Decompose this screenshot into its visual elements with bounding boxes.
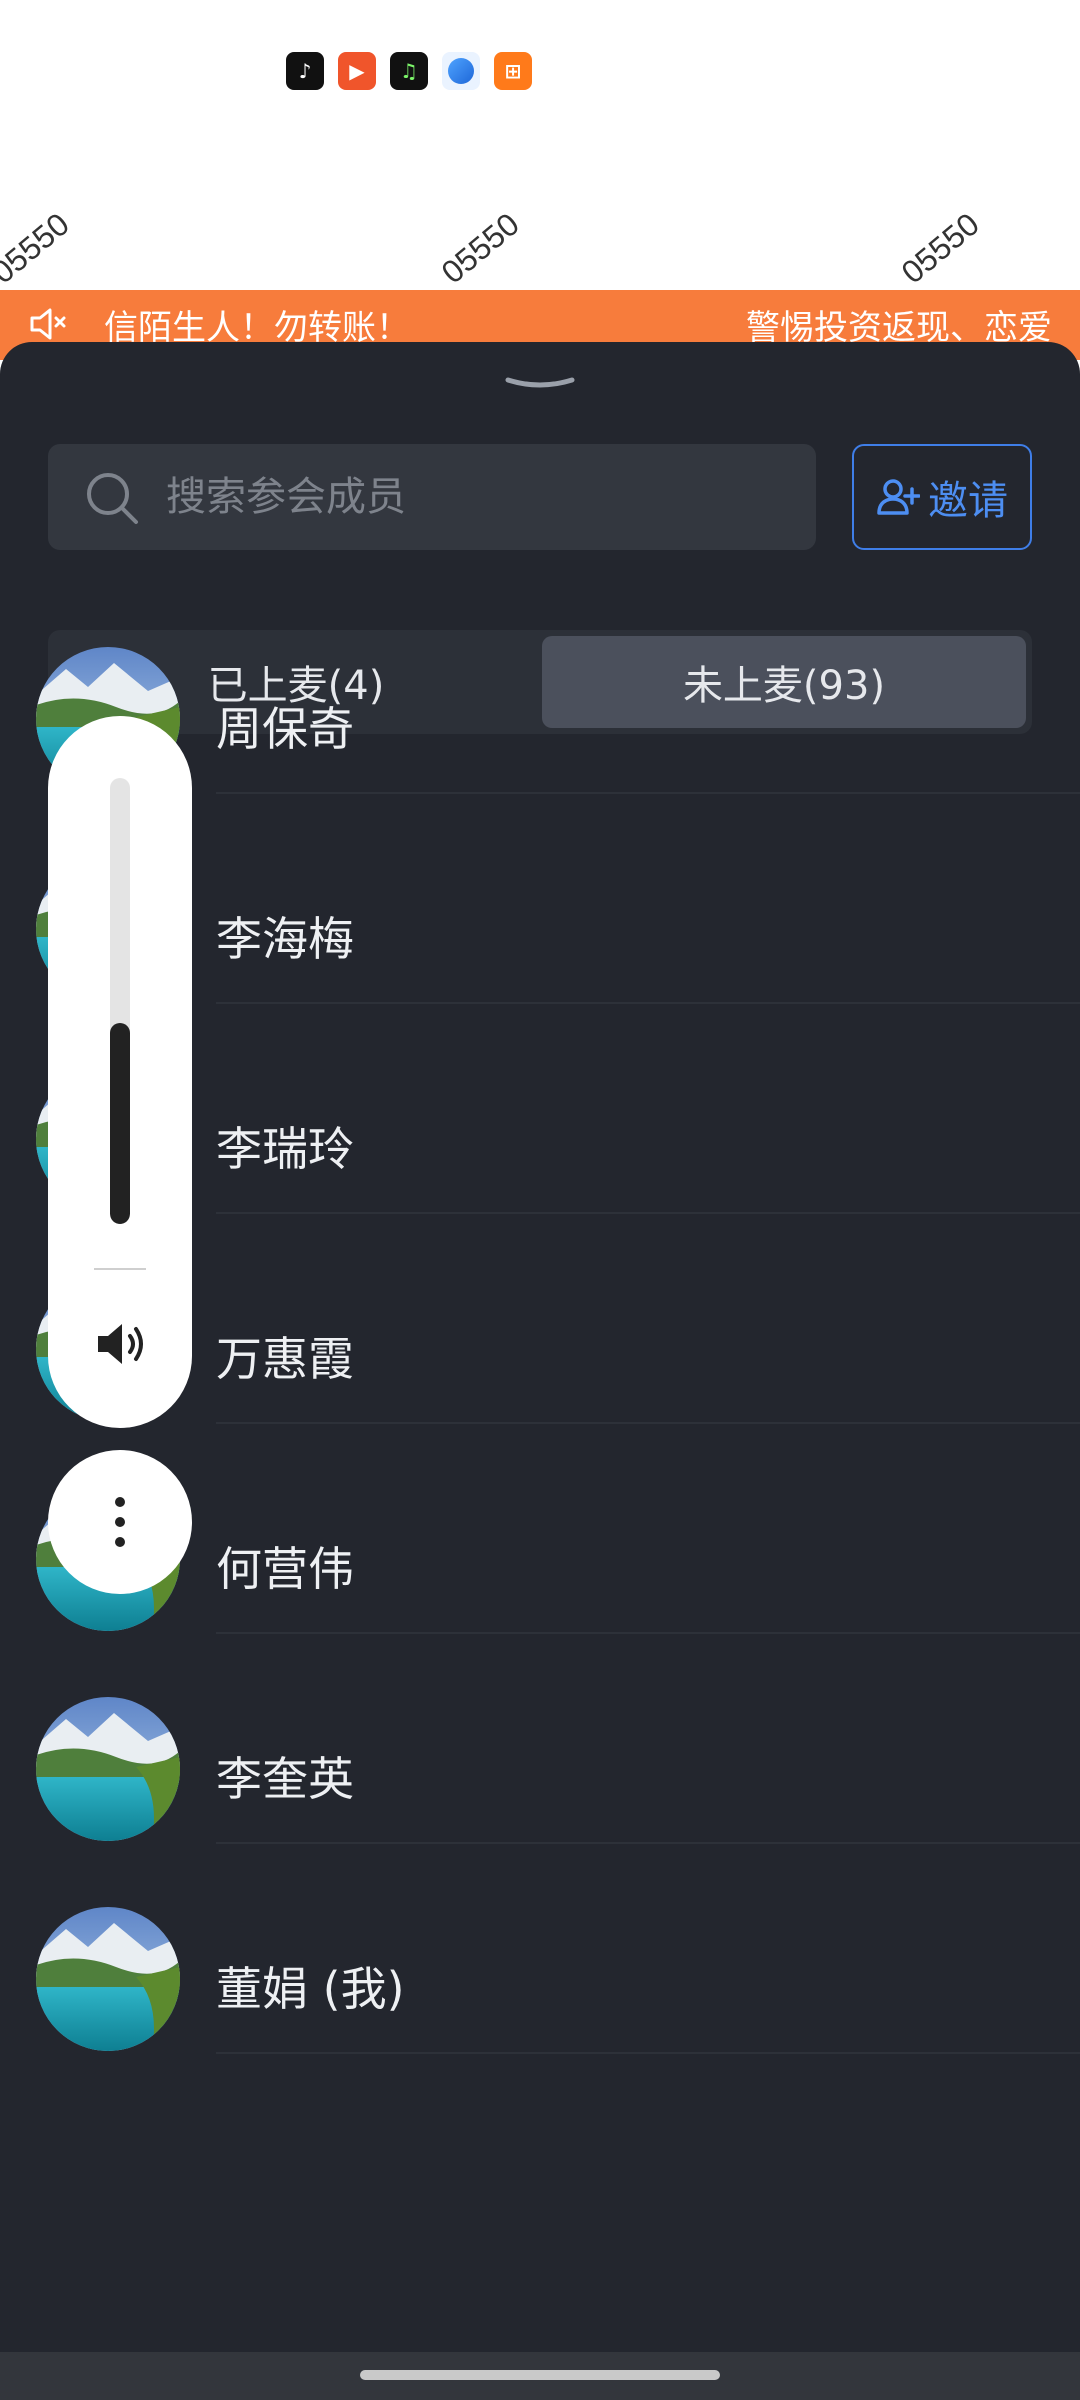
status-bar: ♪ ▶ ♫ ⊞: [0, 0, 1080, 140]
row-divider: [216, 1632, 1080, 1634]
row-divider: [216, 792, 1080, 794]
invite-button[interactable]: 邀请: [852, 444, 1032, 550]
member-row[interactable]: 董娟 (我): [0, 1907, 1080, 2122]
member-name: 万惠霞: [216, 1332, 354, 1386]
add-user-icon: [877, 479, 920, 515]
member-name: 何营伟: [216, 1542, 354, 1596]
volume-divider: [94, 1268, 146, 1270]
row-divider: [216, 1212, 1080, 1214]
watermark-strip: 05550 05550 05550: [0, 140, 1080, 290]
member-row[interactable]: 李奎英: [0, 1697, 1080, 1912]
row-divider: [216, 1002, 1080, 1004]
watermark-text: 05550: [0, 205, 76, 290]
video-app-icon: ▶: [338, 52, 376, 90]
more-options-button[interactable]: [48, 1450, 192, 1594]
kuai-app-icon: ⊞: [494, 52, 532, 90]
row-divider: [216, 1842, 1080, 1844]
invite-label: 邀请: [928, 478, 1008, 524]
speaker-muted-icon: [30, 308, 66, 340]
row-divider: [216, 1422, 1080, 1424]
member-name: 李海梅: [216, 912, 354, 966]
watermark-text: 05550: [434, 205, 526, 290]
member-name: 李奎英: [216, 1752, 354, 1806]
system-nav-bar: [0, 2352, 1080, 2400]
volume-slider[interactable]: [110, 778, 130, 1224]
sheet-handle[interactable]: [504, 374, 576, 394]
avatar: [36, 1907, 180, 2051]
speaker-icon[interactable]: [90, 1314, 150, 1374]
music-app-icon: ♫: [390, 52, 428, 90]
home-gesture-bar[interactable]: [360, 2370, 720, 2380]
blue-app-icon: [442, 52, 480, 90]
volume-panel: [48, 716, 192, 1428]
volume-slider-fill: [110, 1023, 130, 1224]
search-box[interactable]: [48, 444, 816, 550]
member-name: 李瑞玲: [216, 1122, 354, 1176]
watermark-text: 05550: [894, 205, 986, 290]
member-name: 董娟 (我): [216, 1962, 405, 2016]
member-name: 周保奇: [216, 702, 354, 756]
row-divider: [216, 2052, 1080, 2054]
search-input[interactable]: [166, 444, 786, 550]
tiktok-app-icon: ♪: [286, 52, 324, 90]
more-vertical-icon: [115, 1497, 125, 1547]
search-icon: [87, 473, 138, 524]
avatar: [36, 1697, 180, 1841]
